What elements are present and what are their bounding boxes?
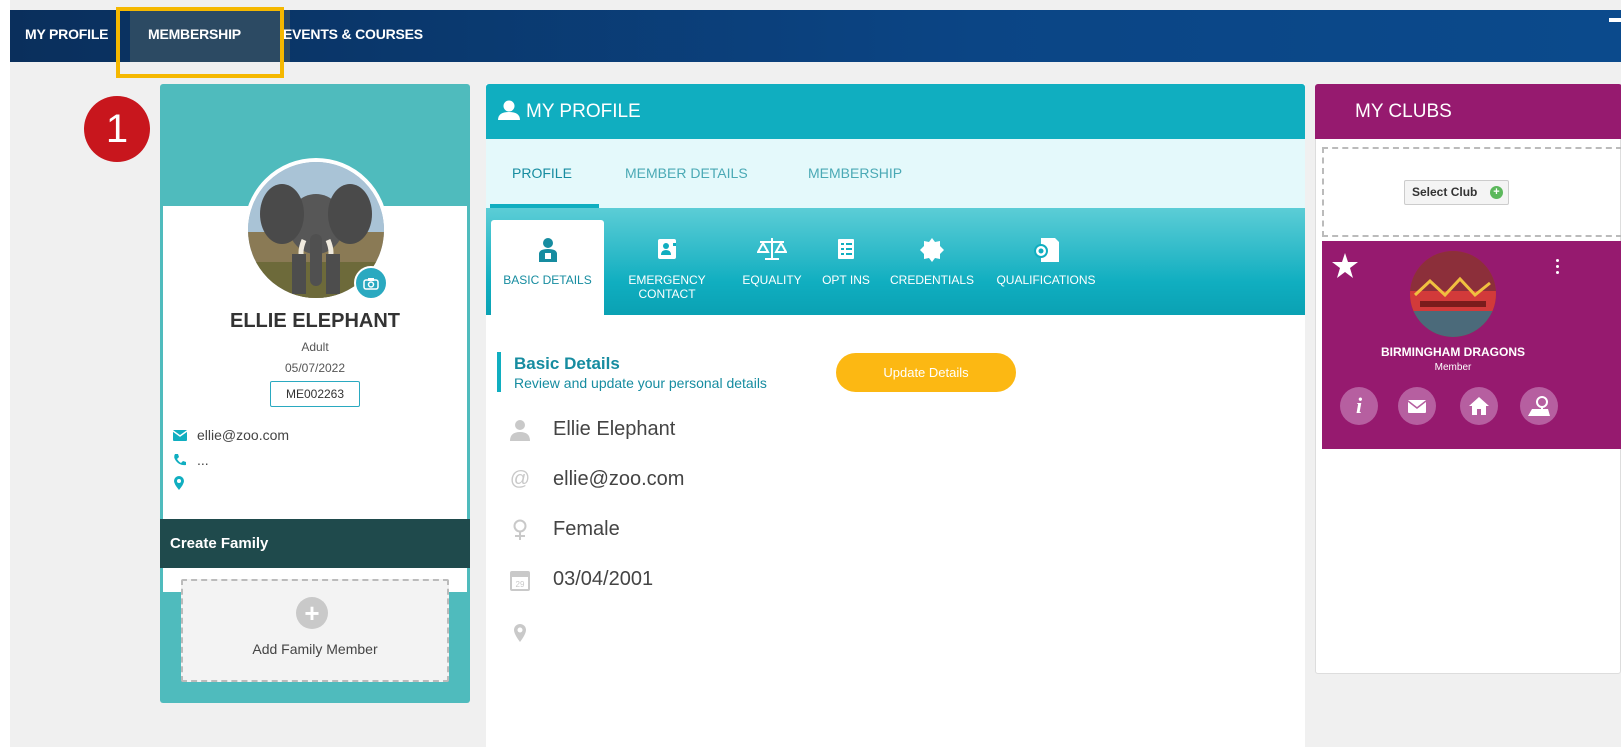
tab-profile[interactable]: PROFILE <box>512 165 572 181</box>
club-email-button[interactable] <box>1398 387 1436 425</box>
club-role: Member <box>1434 362 1472 373</box>
user-icon <box>498 100 520 120</box>
my-clubs-header: MY CLUBS <box>1315 84 1621 139</box>
club-logo <box>1410 251 1496 337</box>
profile-subtabs: PROFILE MEMBER DETAILS MEMBERSHIP <box>486 139 1305 208</box>
contact-location <box>173 476 195 490</box>
tab-equality[interactable]: EQUALITY <box>736 208 808 315</box>
contact-phone: ... <box>173 452 209 468</box>
detail-email: @ ellie@zoo.com <box>506 468 685 491</box>
my-profile-panel: MY PROFILE PROFILE MEMBER DETAILS MEMBER… <box>486 84 1305 747</box>
detail-name-value: Ellie Elephant <box>553 418 676 440</box>
location-pin-icon <box>174 476 184 490</box>
membership-type: Adult <box>301 340 329 354</box>
profile-name: ELLIE ELEPHANT <box>229 310 400 332</box>
contact-email: ellie@zoo.com <box>173 427 289 443</box>
info-icon: i <box>1355 393 1363 418</box>
club-home-button[interactable] <box>1460 387 1498 425</box>
tab-basic-details-label: BASIC DETAILS <box>503 273 592 287</box>
plus-icon: + <box>296 597 328 629</box>
detail-dob: 29 03/04/2001 <box>506 568 653 591</box>
envelope-icon <box>173 429 187 441</box>
add-family-member-label: Add Family Member <box>252 641 378 657</box>
female-symbol-icon <box>513 519 527 540</box>
tab-emergency-contact[interactable]: EMERGENCY CONTACT <box>614 208 720 315</box>
change-photo-button[interactable] <box>354 266 388 300</box>
detail-gender-value: Female <box>553 518 620 540</box>
map-location-icon <box>1528 396 1550 416</box>
detail-email-value: ellie@zoo.com <box>553 468 685 490</box>
camera-icon <box>363 277 379 290</box>
add-icon: + <box>1490 186 1503 199</box>
section-subtitle: Review and update your personal details <box>514 375 767 391</box>
detail-address <box>506 624 553 642</box>
tab-credentials[interactable]: CREDENTIALS <box>884 208 980 315</box>
club-name: BIRMINGHAM DRAGONS <box>1381 345 1525 359</box>
highlight-box <box>116 7 284 78</box>
my-profile-title: MY PROFILE <box>526 101 641 122</box>
menu-icon[interactable] <box>1609 18 1621 22</box>
profile-card: ELLIE ELEPHANT Adult 05/07/2022 ME002263… <box>160 84 470 703</box>
create-family-heading: Create Family <box>160 519 470 568</box>
home-icon <box>1469 397 1489 415</box>
tab-membership[interactable]: MEMBERSHIP <box>808 165 902 181</box>
nav-events-courses[interactable]: EVENTS & COURSES <box>283 26 423 42</box>
club-card[interactable]: BIRMINGHAM DRAGONS Member i <box>1322 241 1621 449</box>
details-icon-tabs: BASIC DETAILS EMERGENCY CONTACT EQUALITY… <box>486 208 1305 315</box>
detail-dob-value: 03/04/2001 <box>553 568 654 590</box>
tab-emergency-contact-label: EMERGENCY CONTACT <box>628 273 706 301</box>
member-id-badge: ME002263 <box>270 381 360 407</box>
contact-card-icon <box>658 239 676 259</box>
contact-phone-text: ... <box>197 452 209 468</box>
mail-icon <box>1407 399 1427 413</box>
tab-qualifications-label: QUALIFICATIONS <box>996 273 1096 287</box>
calendar-icon: 29 <box>510 570 530 591</box>
detail-name: Ellie Elephant <box>506 418 675 441</box>
star-icon[interactable] <box>1332 253 1358 278</box>
tab-basic-details[interactable]: BASIC DETAILS <box>491 220 604 315</box>
person-badge-icon <box>538 238 557 262</box>
phone-icon <box>174 454 186 466</box>
select-club-button[interactable]: Select Club + <box>1404 180 1509 205</box>
more-options-icon[interactable] <box>1556 259 1560 275</box>
my-profile-header: MY PROFILE <box>486 84 1305 139</box>
select-club-area: Select Club + <box>1322 147 1621 237</box>
location-pin-icon <box>514 624 526 642</box>
tab-qualifications[interactable]: QUALIFICATIONS <box>990 208 1102 315</box>
tab-opt-ins-label: OPT INS <box>822 273 870 287</box>
nav-my-profile[interactable]: MY PROFILE <box>25 26 109 42</box>
person-icon <box>510 419 530 441</box>
seal-icon <box>920 238 944 262</box>
contact-email-text: ellie@zoo.com <box>197 427 290 443</box>
club-info-button[interactable]: i <box>1340 387 1378 425</box>
tab-opt-ins[interactable]: OPT INS <box>816 208 876 315</box>
update-details-button[interactable]: Update Details <box>836 353 1016 392</box>
certificate-icon <box>1034 238 1059 262</box>
add-family-member-button[interactable]: + Add Family Member <box>181 579 449 682</box>
scales-icon <box>757 238 787 260</box>
club-map-button[interactable] <box>1520 387 1558 425</box>
profile-date: 05/07/2022 <box>284 361 346 375</box>
my-clubs-panel: MY CLUBS Select Club + BIRMINGHAM DRAGON… <box>1315 84 1621 674</box>
checklist-icon <box>838 239 854 259</box>
svg-text:29: 29 <box>516 580 525 589</box>
at-sign-icon: @ <box>509 468 531 490</box>
section-title: Basic Details <box>514 354 620 373</box>
tab-equality-label: EQUALITY <box>742 273 802 287</box>
step-number-badge: 1 <box>84 96 150 162</box>
select-club-label: Select Club <box>1412 185 1478 199</box>
section-accent-bar <box>497 352 501 392</box>
detail-gender: Female <box>506 518 620 541</box>
tab-credentials-label: CREDENTIALS <box>889 273 975 287</box>
tab-member-details[interactable]: MEMBER DETAILS <box>625 165 748 181</box>
